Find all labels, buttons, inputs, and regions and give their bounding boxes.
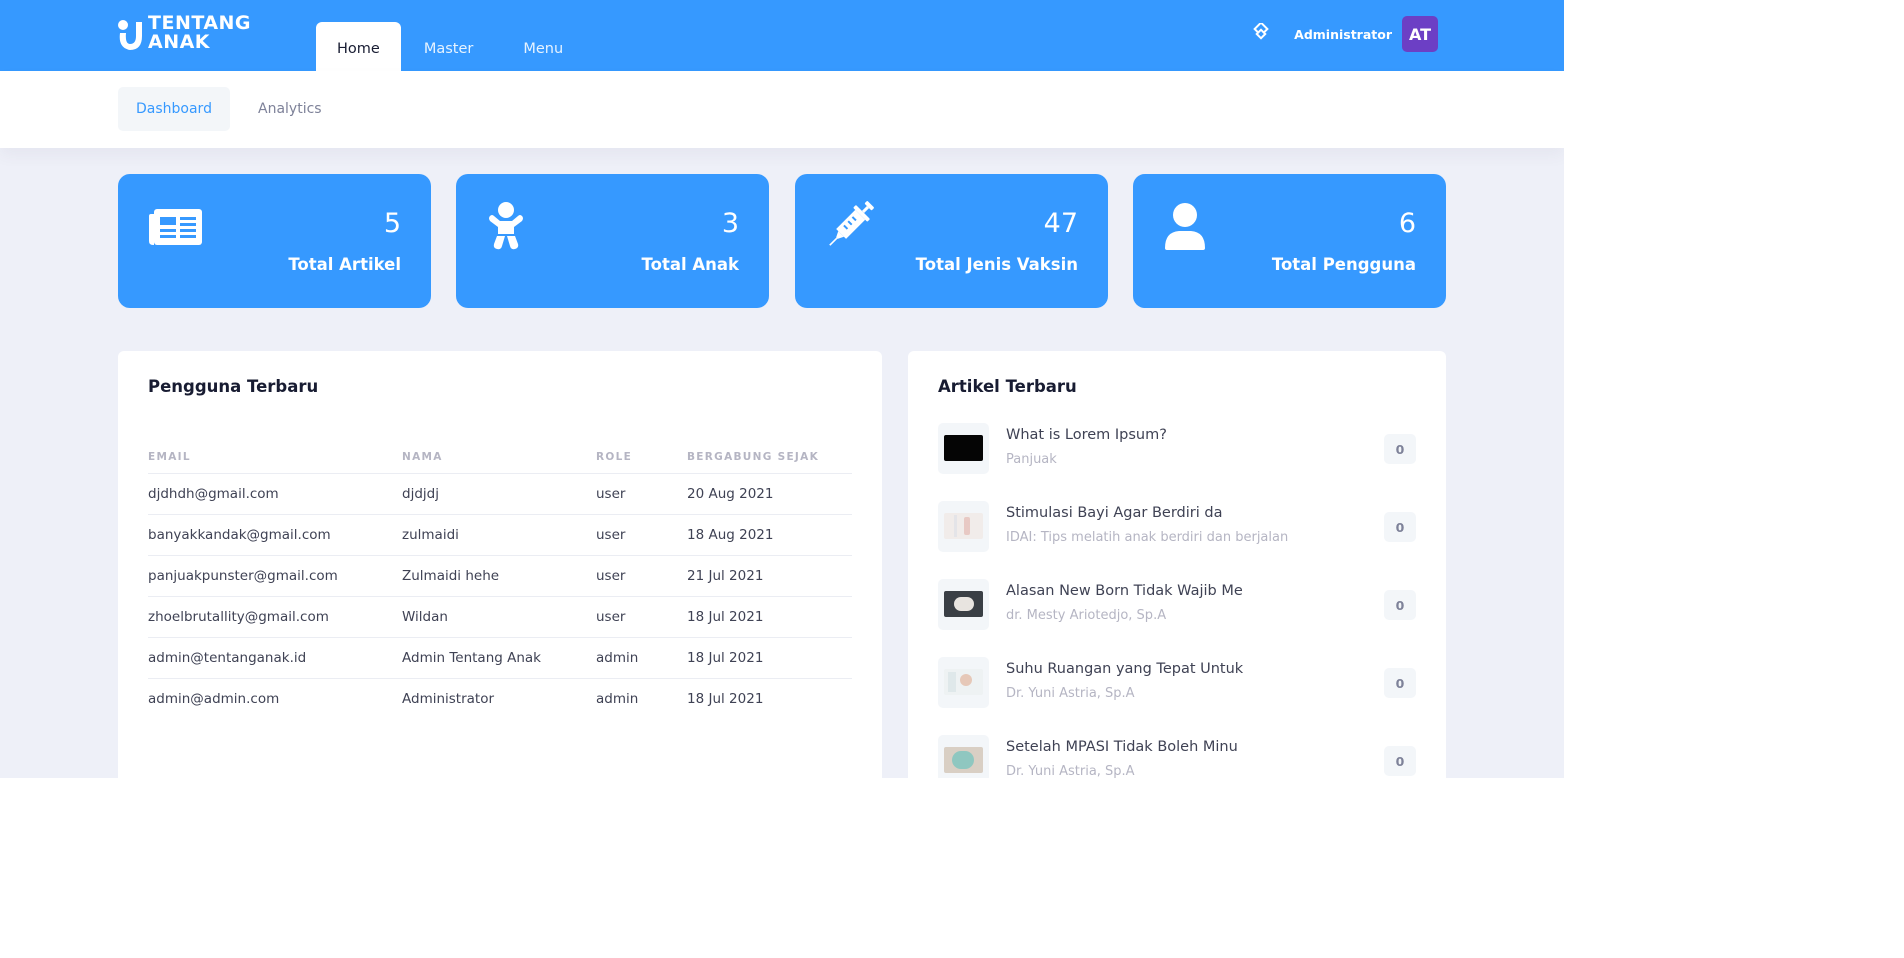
article-count-badge: 0 [1384,668,1416,698]
cell-joined: 18 Jul 2021 [687,690,764,707]
article-thumbnail [938,501,989,552]
brand-line-2: ANAK [148,31,211,53]
cell-joined: 18 Aug 2021 [687,514,852,556]
recent-users-table: EMAIL NAMA ROLE BERGABUNG SEJAK djdhdh@g… [148,441,852,719]
article-thumbnail [938,579,989,630]
sub-nav: Dashboard Analytics [0,71,1564,148]
stat-label: Total Anak [641,255,739,274]
cell-email: banyakkandak@gmail.com [148,514,402,556]
article-author: Panjuak [1006,452,1057,467]
user-area: Administrator AT [1248,16,1438,52]
table-row[interactable]: zhoelbrutallity@gmail.com Wildan user 18… [148,596,852,638]
list-item[interactable]: Suhu Ruangan yang Tepat Untuk Dr. Yuni A… [938,657,1416,709]
article-count-badge: 0 [1384,590,1416,620]
article-title[interactable]: Alasan New Born Tidak Wajib Me [1006,583,1243,599]
stat-value: 3 [721,208,739,239]
cell-nama: Wildan [402,596,596,638]
logo-mark-icon [118,20,142,50]
cell-email: panjuakpunster@gmail.com [148,555,402,597]
recent-articles-title: Artikel Terbaru [938,377,1077,396]
article-author: IDAI: Tips melatih anak berdiri dan berj… [1006,530,1289,545]
cell-joined: 18 Jul 2021 [687,596,852,638]
user-icon [1165,203,1205,250]
cell-role: user [596,596,687,638]
stat-value: 6 [1398,208,1416,239]
user-avatar[interactable]: AT [1402,16,1438,52]
cell-email: zhoelbrutallity@gmail.com [148,596,402,638]
column-header-role: ROLE [596,441,687,474]
syringe-icon [829,201,874,246]
cell-nama: Administrator [402,690,495,707]
cell-role: user [596,555,687,597]
cell-joined: 18 Jul 2021 [687,637,852,679]
column-header-email: EMAIL [148,441,402,474]
recent-users-card: Pengguna Terbaru EMAIL NAMA ROLE BERGABU… [118,351,882,778]
article-author: Dr. Yuni Astria, Sp.A [1006,686,1135,701]
article-author: Dr. Yuni Astria, Sp.A [1006,764,1135,778]
list-item[interactable]: Setelah MPASI Tidak Boleh Minu Dr. Yuni … [938,735,1416,778]
cell-role: user [596,514,687,556]
brand-name: TENTANG ANAK [148,14,251,52]
cell-email: admin@tentanganak.id [148,637,402,679]
stat-card-artikel[interactable]: 5 Total Artikel [118,174,431,308]
article-thumbnail [938,657,989,708]
article-count-badge: 0 [1384,434,1416,464]
cell-joined: 20 Aug 2021 [687,473,852,515]
cell-nama: Zulmaidi hehe [402,555,596,597]
cell-nama: djdjdj [402,473,596,515]
nav-tab-master[interactable]: Master [401,22,499,71]
table-header-row: EMAIL NAMA ROLE BERGABUNG SEJAK [148,441,852,474]
column-header-joined: BERGABUNG SEJAK [687,441,852,474]
cell-email: djdhdh@gmail.com [148,473,402,515]
cell-nama: Admin Tentang Anak [402,637,596,679]
table-row[interactable]: admin@tentanganak.id Admin Tentang Anak … [148,637,852,679]
article-title[interactable]: Suhu Ruangan yang Tepat Untuk [1006,661,1243,677]
cell-role: admin [596,690,639,707]
cell-role: user [596,473,687,515]
top-header: TENTANG ANAK Home Master Menu Administra… [0,0,1564,71]
stat-value: 47 [1043,208,1078,239]
list-item[interactable]: Stimulasi Bayi Agar Berdiri da IDAI: Tip… [938,501,1416,553]
subtab-analytics[interactable]: Analytics [240,87,340,131]
article-thumbnail [938,423,989,474]
article-title[interactable]: Setelah MPASI Tidak Boleh Minu [1006,739,1238,755]
stat-card-anak[interactable]: 3 Total Anak [456,174,769,308]
cell-joined: 21 Jul 2021 [687,555,852,597]
stat-label: Total Jenis Vaksin [915,255,1078,274]
user-name[interactable]: Administrator [1294,27,1392,42]
stat-label: Total Artikel [288,255,401,274]
stat-value: 5 [383,208,401,239]
stat-card-pengguna[interactable]: 6 Total Pengguna [1133,174,1446,308]
list-item[interactable]: Alasan New Born Tidak Wajib Me dr. Mesty… [938,579,1416,631]
table-row[interactable]: admin@admin.com Administrator admin 18 J… [148,678,852,719]
table-row[interactable]: panjuakpunster@gmail.com Zulmaidi hehe u… [148,555,852,597]
subtab-dashboard[interactable]: Dashboard [118,87,230,131]
article-title[interactable]: Stimulasi Bayi Agar Berdiri da [1006,505,1222,521]
newspaper-icon [149,209,202,245]
article-author: dr. Mesty Ariotedjo, Sp.A [1006,608,1167,623]
recent-users-title: Pengguna Terbaru [148,377,319,396]
cell-nama: zulmaidi [402,514,596,556]
quick-actions-icon[interactable] [1248,21,1274,47]
article-title[interactable]: What is Lorem Ipsum? [1006,427,1167,443]
recent-articles-card: Artikel Terbaru What is Lorem Ipsum? Pan… [908,351,1446,778]
stat-label: Total Pengguna [1271,255,1416,274]
baby-icon [489,202,523,250]
brand-logo[interactable]: TENTANG ANAK [116,14,256,56]
nav-tab-home[interactable]: Home [316,22,401,71]
stat-card-vaksin[interactable]: 47 Total Jenis Vaksin [795,174,1108,308]
table-row[interactable]: banyakkandak@gmail.com zulmaidi user 18 … [148,514,852,556]
app-viewport: TENTANG ANAK Home Master Menu Administra… [0,0,1564,778]
cell-role: admin [596,637,687,679]
main-nav: Home Master Menu [316,22,588,71]
list-item[interactable]: What is Lorem Ipsum? Panjuak 0 [938,423,1416,475]
article-count-badge: 0 [1384,746,1416,776]
article-count-badge: 0 [1384,512,1416,542]
cell-email: admin@admin.com [148,690,280,707]
column-header-nama: NAMA [402,441,596,474]
nav-tab-menu[interactable]: Menu [498,22,588,71]
article-thumbnail [938,735,989,778]
table-row[interactable]: djdhdh@gmail.com djdjdj user 20 Aug 2021 [148,473,852,515]
